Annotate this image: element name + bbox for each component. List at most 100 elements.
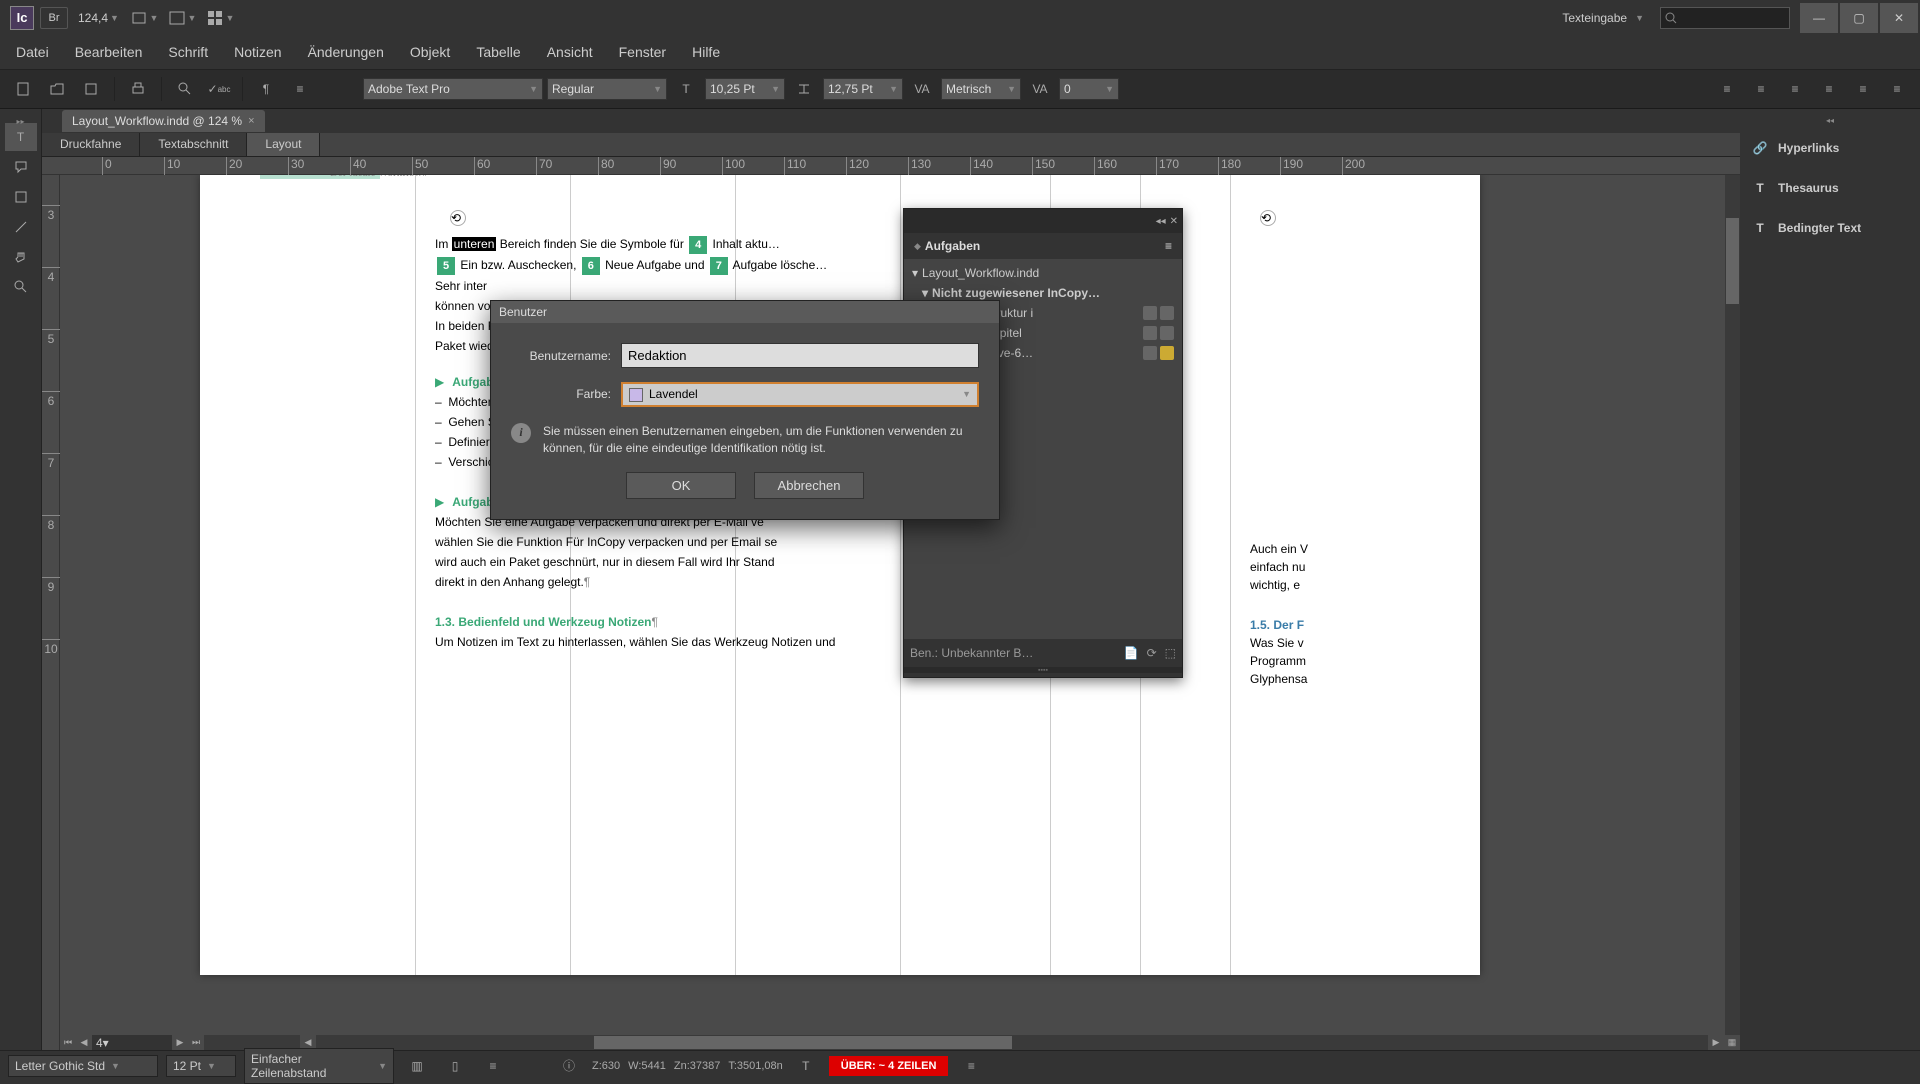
- resize-grip[interactable]: ▪▪▪▪: [904, 667, 1182, 673]
- color-select[interactable]: Lavendel ▼: [621, 382, 979, 407]
- view-tab-druckfahne[interactable]: Druckfahne: [42, 133, 140, 156]
- spellcheck-button[interactable]: ✓abc: [204, 74, 234, 104]
- prev-page-button[interactable]: ◀: [76, 1035, 92, 1050]
- font-family-select[interactable]: Adobe Text Pro▼: [363, 78, 543, 100]
- open-button[interactable]: [42, 74, 72, 104]
- vertical-scrollbar[interactable]: [1725, 175, 1740, 1035]
- update-icon[interactable]: ⬚: [1165, 646, 1176, 660]
- save-button[interactable]: [76, 74, 106, 104]
- first-page-button[interactable]: ⏮: [60, 1035, 76, 1050]
- close-icon[interactable]: ✕: [1170, 216, 1178, 227]
- kerning-select[interactable]: Metrisch▼: [941, 78, 1021, 100]
- align-justify-last-button[interactable]: ≡: [1848, 74, 1878, 104]
- minimize-button[interactable]: —: [1800, 3, 1838, 33]
- page-navigator[interactable]: ⏮ ◀ 4▾ ▶ ⏭: [60, 1035, 204, 1050]
- chevron-down-icon: ▼: [1635, 13, 1644, 23]
- find-button[interactable]: [170, 74, 200, 104]
- panel-hyperlinks[interactable]: 🔗 Hyperlinks: [1744, 128, 1916, 168]
- status-spacing-select[interactable]: Einfacher Zeilenabstand▼: [244, 1048, 394, 1084]
- close-icon[interactable]: ×: [248, 115, 254, 127]
- vertical-ruler[interactable]: 345678910: [42, 175, 60, 1050]
- font-size-value: 10,25 Pt: [710, 82, 755, 96]
- panel-thesaurus[interactable]: T Thesaurus: [1744, 168, 1916, 208]
- menu-hilfe[interactable]: Hilfe: [680, 38, 732, 66]
- menu-ansicht[interactable]: Ansicht: [535, 38, 605, 66]
- note-tool[interactable]: [5, 153, 37, 181]
- close-button[interactable]: ✕: [1880, 3, 1918, 33]
- align-justify-button[interactable]: ≡: [1814, 74, 1844, 104]
- align-center-button[interactable]: ≡: [1746, 74, 1776, 104]
- panel-label: Bedingter Text: [1778, 221, 1861, 235]
- page-field[interactable]: 4▾: [92, 1035, 172, 1050]
- status-size-select[interactable]: 12 Pt▼: [166, 1055, 236, 1077]
- status-icon: [1143, 306, 1157, 320]
- cancel-button[interactable]: Abbrechen: [754, 472, 864, 499]
- username-input[interactable]: [621, 343, 979, 368]
- columns-icon[interactable]: ▥: [402, 1051, 432, 1081]
- leading-select[interactable]: 12,75 Pt▼: [823, 78, 903, 100]
- menu-bearbeiten[interactable]: Bearbeiten: [63, 38, 155, 66]
- info-text: Sie müssen einen Benutzernamen eingeben,…: [543, 423, 979, 457]
- print-button[interactable]: [123, 74, 153, 104]
- new-assignment-icon[interactable]: 📄: [1124, 646, 1139, 660]
- menu-flyout-right[interactable]: ≡: [1882, 74, 1912, 104]
- menu-aenderungen[interactable]: Änderungen: [296, 38, 396, 66]
- view-tab-textabschnitt[interactable]: Textabschnitt: [140, 133, 247, 156]
- next-page-button[interactable]: ▶: [172, 1035, 188, 1050]
- lines-icon[interactable]: ≡: [478, 1051, 508, 1081]
- document-tab[interactable]: Layout_Workflow.indd @ 124 % ×: [62, 110, 265, 132]
- maximize-button[interactable]: ▢: [1840, 3, 1878, 33]
- menu-tabelle[interactable]: Tabelle: [464, 38, 532, 66]
- collapse-icon[interactable]: ◂◂: [1156, 216, 1166, 227]
- dialog-titlebar[interactable]: Benutzer: [491, 301, 999, 323]
- view-options-button[interactable]: ▼: [129, 4, 161, 32]
- zoom-tool[interactable]: [5, 273, 37, 301]
- split-view-button[interactable]: ▦: [1724, 1035, 1740, 1050]
- scrollbar-thumb[interactable]: [1726, 218, 1739, 304]
- font-style-value: Regular: [552, 82, 594, 96]
- search-icon: [1665, 12, 1677, 24]
- align-left-button[interactable]: ≡: [1712, 74, 1742, 104]
- scrollbar-thumb[interactable]: [594, 1036, 1012, 1049]
- screen-mode-button[interactable]: ▼: [167, 4, 199, 32]
- arrange-button[interactable]: ▼: [205, 4, 237, 32]
- menu-objekt[interactable]: Objekt: [398, 38, 462, 66]
- menu-datei[interactable]: Datei: [4, 38, 61, 66]
- menu-fenster[interactable]: Fenster: [607, 38, 678, 66]
- badge-6: 6: [582, 257, 600, 275]
- ok-button[interactable]: OK: [626, 472, 736, 499]
- hand-tool[interactable]: [5, 243, 37, 271]
- panel-bedingter-text[interactable]: T Bedingter Text: [1744, 208, 1916, 248]
- bridge-button[interactable]: Br: [40, 7, 68, 29]
- status-zn: Zn:37387: [674, 1060, 720, 1072]
- position-tool[interactable]: [5, 183, 37, 211]
- eyedropper-tool[interactable]: [5, 213, 37, 241]
- new-button[interactable]: [8, 74, 38, 104]
- type-tool[interactable]: T: [5, 123, 37, 151]
- zoom-level[interactable]: 124,4 ▼: [74, 4, 123, 32]
- page-icon[interactable]: ▯: [440, 1051, 470, 1081]
- text-frame-col2[interactable]: Auch ein V einfach nu wichtig, e 1.5. De…: [1250, 540, 1450, 688]
- horizontal-ruler[interactable]: 0102030405060708090100110120130140150160…: [42, 157, 1740, 175]
- tracking-select[interactable]: 0▼: [1059, 78, 1119, 100]
- align-right-button[interactable]: ≡: [1780, 74, 1810, 104]
- anchor-icon: ⟲: [450, 210, 466, 226]
- flyout-icon[interactable]: ≡: [956, 1051, 986, 1081]
- menu-notizen[interactable]: Notizen: [222, 38, 293, 66]
- workspace-selector[interactable]: Texteingabe ▼: [1554, 7, 1652, 29]
- panel-menu-icon[interactable]: ≡: [1165, 239, 1172, 253]
- font-size-select[interactable]: 10,25 Pt▼: [705, 78, 785, 100]
- status-font-select[interactable]: Letter Gothic Std▼: [8, 1055, 158, 1077]
- menu-schrift[interactable]: Schrift: [156, 38, 220, 66]
- search-input[interactable]: [1660, 7, 1790, 29]
- badge-5: 5: [437, 257, 455, 275]
- font-style-select[interactable]: Regular▼: [547, 78, 667, 100]
- paragraph-marks-button[interactable]: ¶: [251, 74, 281, 104]
- menu-flyout[interactable]: ≡: [285, 74, 315, 104]
- scroll-right-button[interactable]: ▶: [1708, 1035, 1724, 1050]
- refresh-icon[interactable]: ⟳: [1147, 646, 1157, 660]
- last-page-button[interactable]: ⏭: [188, 1035, 204, 1050]
- tree-root[interactable]: ▾ Layout_Workflow.indd: [908, 263, 1178, 283]
- view-tab-layout[interactable]: Layout: [247, 133, 320, 156]
- color-label: Farbe:: [511, 387, 611, 401]
